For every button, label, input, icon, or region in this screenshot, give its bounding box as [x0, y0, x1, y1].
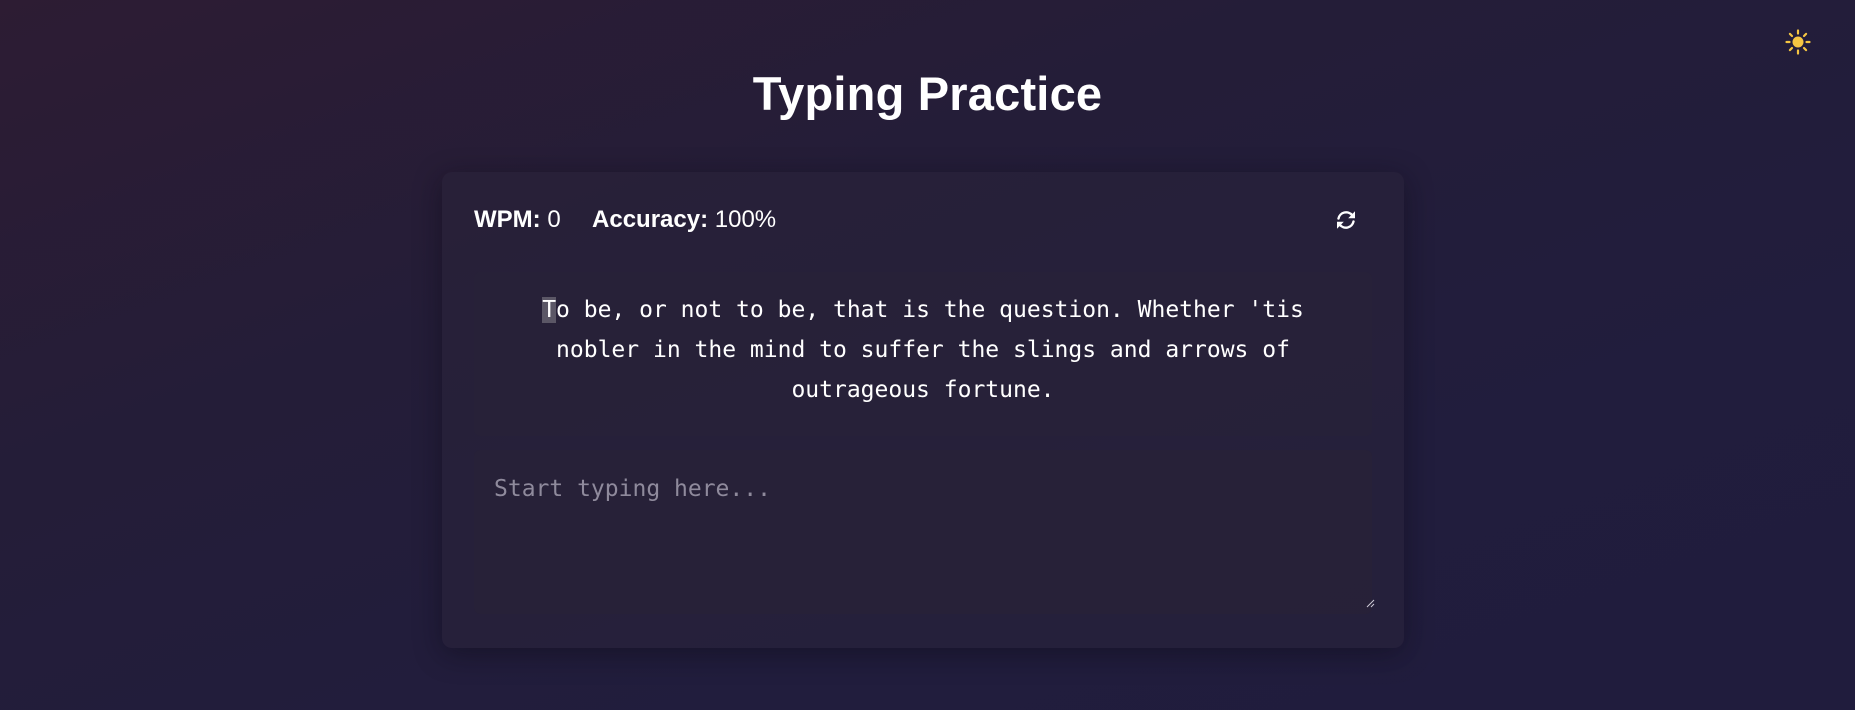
reset-button[interactable] [1332, 206, 1360, 234]
quote-text: To be, or not to be, that is the questio… [494, 290, 1352, 410]
page-title: Typing Practice [752, 67, 1103, 120]
remaining-quote-text: o be, or not to be, that is the question… [556, 297, 1304, 403]
quote-box: To be, or not to be, that is the questio… [474, 272, 1372, 436]
stats-bar: WPM: 0 Accuracy: 100% [474, 206, 776, 234]
accuracy-value: 100% [714, 206, 777, 233]
current-character: T [542, 297, 557, 323]
typing-card: WPM: 0 Accuracy: 100% To be, or not to b… [442, 172, 1404, 648]
typing-input[interactable] [474, 450, 1372, 614]
theme-toggle-button[interactable] [1783, 27, 1813, 57]
accuracy-label: Accuracy: [592, 206, 709, 233]
wpm-value: 0 [547, 206, 561, 233]
refresh-icon [1337, 211, 1355, 229]
wpm-label: WPM: [474, 206, 541, 233]
resize-handle-icon[interactable] [1365, 598, 1375, 608]
sun-icon [1785, 29, 1811, 55]
